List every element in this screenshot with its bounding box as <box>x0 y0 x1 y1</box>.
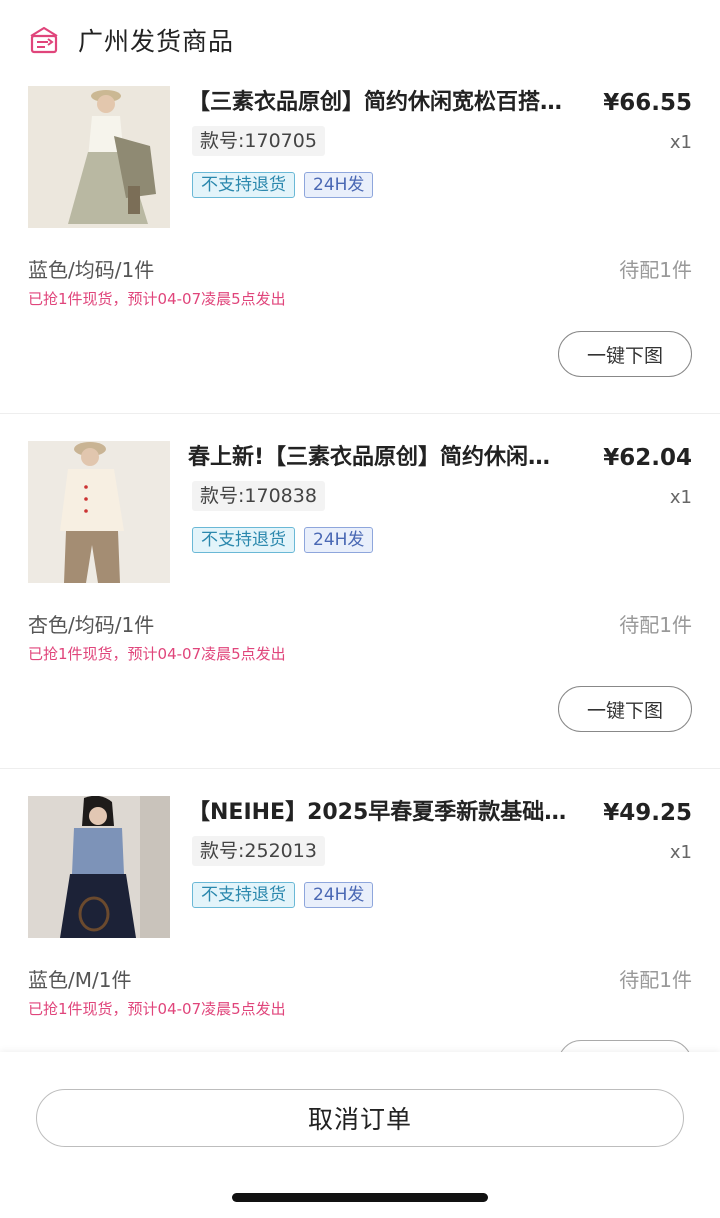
download-images-button[interactable]: 一键下图 <box>558 331 692 377</box>
product-quantity: x1 <box>669 132 692 153</box>
pending-status: 待配1件 <box>619 968 692 992</box>
product-sku: 款号:252013 <box>192 836 325 866</box>
cancel-order-button[interactable]: 取消订单 <box>36 1089 684 1147</box>
footer-bar: 取消订单 <box>0 1052 720 1218</box>
product-price: ¥62.04 <box>603 445 692 471</box>
shipping-notice: 已抢1件现货，预计04-07凌晨5点发出 <box>28 1000 286 1018</box>
warehouse-truck-icon <box>30 26 58 54</box>
24h-ship-badge: 24H发 <box>304 527 374 553</box>
no-return-badge: 不支持退货 <box>192 527 295 553</box>
pending-status: 待配1件 <box>619 613 692 637</box>
product-image[interactable] <box>28 796 170 938</box>
product-variant: 蓝色/均码/1件 <box>28 258 155 282</box>
product-sku: 款号:170705 <box>192 126 325 156</box>
product-sku: 款号:170838 <box>192 481 325 511</box>
product-variant: 杏色/均码/1件 <box>28 613 155 637</box>
product-name[interactable]: 【NEIHE】2025早春夏季新款基础… <box>188 798 588 828</box>
product-quantity: x1 <box>669 842 692 863</box>
product-quantity: x1 <box>669 487 692 508</box>
no-return-badge: 不支持退货 <box>192 882 295 908</box>
product-name[interactable]: 春上新!【三素衣品原创】简约休闲… <box>188 443 588 473</box>
shipping-notice: 已抢1件现货，预计04-07凌晨5点发出 <box>28 290 286 308</box>
product-price: ¥49.25 <box>603 800 692 826</box>
product-variant: 蓝色/M/1件 <box>28 968 132 992</box>
product-tags: 不支持退货 24H发 <box>192 527 374 553</box>
section-title: 广州发货商品 <box>78 27 235 56</box>
divider <box>0 413 720 414</box>
product-price: ¥66.55 <box>603 90 692 116</box>
24h-ship-badge: 24H发 <box>304 172 374 198</box>
home-indicator[interactable] <box>232 1193 488 1202</box>
product-card[interactable]: 春上新!【三素衣品原创】简约休闲… ¥62.04 x1 款号:170838 不支… <box>0 441 720 796</box>
product-name[interactable]: 【三素衣品原创】简约休闲宽松百搭… <box>188 88 588 118</box>
product-image[interactable] <box>28 441 170 583</box>
product-card[interactable]: 【三素衣品原创】简约休闲宽松百搭… ¥66.55 x1 款号:170705 不支… <box>0 86 720 441</box>
divider <box>0 768 720 769</box>
shipping-notice: 已抢1件现货，预计04-07凌晨5点发出 <box>28 645 286 663</box>
24h-ship-badge: 24H发 <box>304 882 374 908</box>
pending-status: 待配1件 <box>619 258 692 282</box>
product-tags: 不支持退货 24H发 <box>192 882 374 908</box>
product-image[interactable] <box>28 86 170 228</box>
download-images-button[interactable]: 一键下图 <box>558 686 692 732</box>
section-header: 广州发货商品 <box>0 0 720 80</box>
product-tags: 不支持退货 24H发 <box>192 172 374 198</box>
no-return-badge: 不支持退货 <box>192 172 295 198</box>
